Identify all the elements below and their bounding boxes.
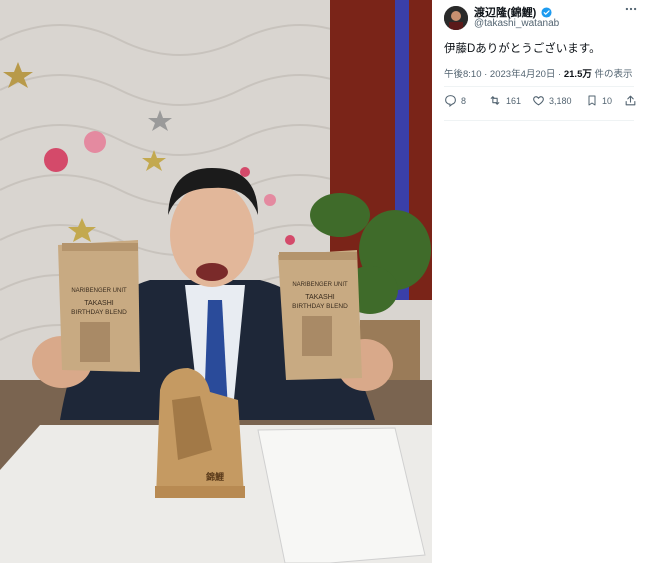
more-icon[interactable] [624, 2, 638, 19]
tweet-timestamp[interactable]: 午後8:10 · 2023年4月20日 · [444, 69, 564, 80]
tweet-photo[interactable]: NARIBENGER UNIT TAKASHI BIRTHDAY BLEND N… [0, 0, 432, 563]
bookmark-button[interactable]: 10 [586, 94, 612, 107]
bag-text-left-2: TAKASHI [84, 300, 113, 307]
divider-bottom [444, 120, 634, 121]
bag-text-right-1: NARIBENGER UNIT [292, 282, 348, 288]
coffee-bag-right [278, 250, 362, 380]
divider-top [444, 86, 634, 87]
reply-button[interactable]: 8 [444, 94, 466, 107]
view-count: 21.5万 [563, 69, 592, 80]
like-button[interactable]: 3,180 [532, 94, 572, 107]
share-button[interactable] [624, 94, 637, 107]
tweet-panel: 渡辺隆(錦鯉) @takashi_watanab 伊藤Dありがとうございます。 … [432, 0, 645, 563]
stand-logo-text: 錦鯉 [205, 471, 224, 483]
retweet-count: 161 [506, 95, 522, 106]
bookmark-count: 10 [602, 95, 613, 106]
bag-text-left-3: BIRTHDAY BLEND [71, 309, 127, 316]
bag-text-right-2: TAKASHI [305, 294, 334, 301]
retweet-button[interactable]: 161 [488, 94, 521, 107]
action-bar: 8 161 3,180 10 [444, 94, 638, 114]
retweet-icon[interactable] [488, 94, 502, 107]
bookmark-icon[interactable] [586, 94, 598, 107]
reply-count: 8 [461, 95, 467, 106]
bag-text-left-1: NARIBENGER UNIT [71, 288, 127, 294]
like-count: 3,180 [549, 95, 572, 106]
tweet-text: 伊藤Dありがとうございます。 [444, 43, 601, 55]
avatar[interactable] [444, 6, 468, 30]
reply-icon[interactable] [444, 94, 457, 107]
user-handle[interactable]: @takashi_watanab [474, 18, 559, 29]
bag-text-right-3: BIRTHDAY BLEND [292, 303, 348, 310]
tweet-meta: 午後8:10 · 2023年4月20日 · 21.5万 件の表示 [444, 66, 633, 80]
view-suffix: 件の表示 [591, 69, 633, 80]
like-icon[interactable] [532, 94, 545, 107]
share-icon[interactable] [624, 94, 637, 107]
